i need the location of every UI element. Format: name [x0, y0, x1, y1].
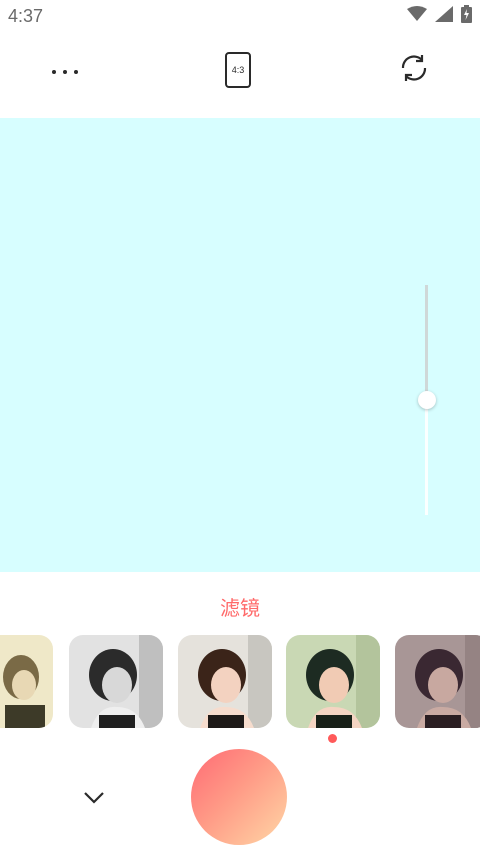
filter-thumb-monochrome[interactable]	[69, 635, 163, 728]
filter-thumb-faded-purple[interactable]	[395, 635, 480, 728]
selected-filter-indicator	[328, 734, 337, 743]
exposure-slider-fill	[425, 285, 428, 395]
cellular-signal-icon	[435, 5, 453, 27]
camera-switch-icon	[397, 51, 431, 89]
more-options-button[interactable]	[40, 54, 90, 84]
status-time: 4:37	[8, 5, 44, 26]
aspect-ratio-button[interactable]: 4:3	[225, 52, 251, 88]
filter-strip[interactable]	[0, 635, 480, 730]
battery-charging-icon	[461, 4, 472, 28]
filter-thumb-warm-vintage[interactable]	[0, 635, 53, 728]
camera-preview[interactable]	[0, 118, 480, 572]
wifi-icon	[407, 5, 427, 27]
more-horizontal-icon	[51, 60, 79, 79]
chevron-down-icon	[83, 790, 105, 809]
filter-thumb-green-fresh[interactable]	[286, 635, 380, 728]
exposure-slider-knob[interactable]	[418, 391, 436, 409]
status-bar: 4:37	[0, 0, 480, 32]
status-icons	[407, 4, 472, 28]
switch-camera-button[interactable]	[394, 52, 434, 88]
collapse-button[interactable]	[78, 785, 110, 813]
camera-toolbar: 4:3	[0, 32, 480, 118]
filter-title: 滤镜	[220, 596, 260, 620]
aspect-ratio-label: 4:3	[231, 65, 245, 75]
shutter-button[interactable]	[191, 749, 287, 845]
filter-thumb-natural[interactable]	[178, 635, 272, 728]
